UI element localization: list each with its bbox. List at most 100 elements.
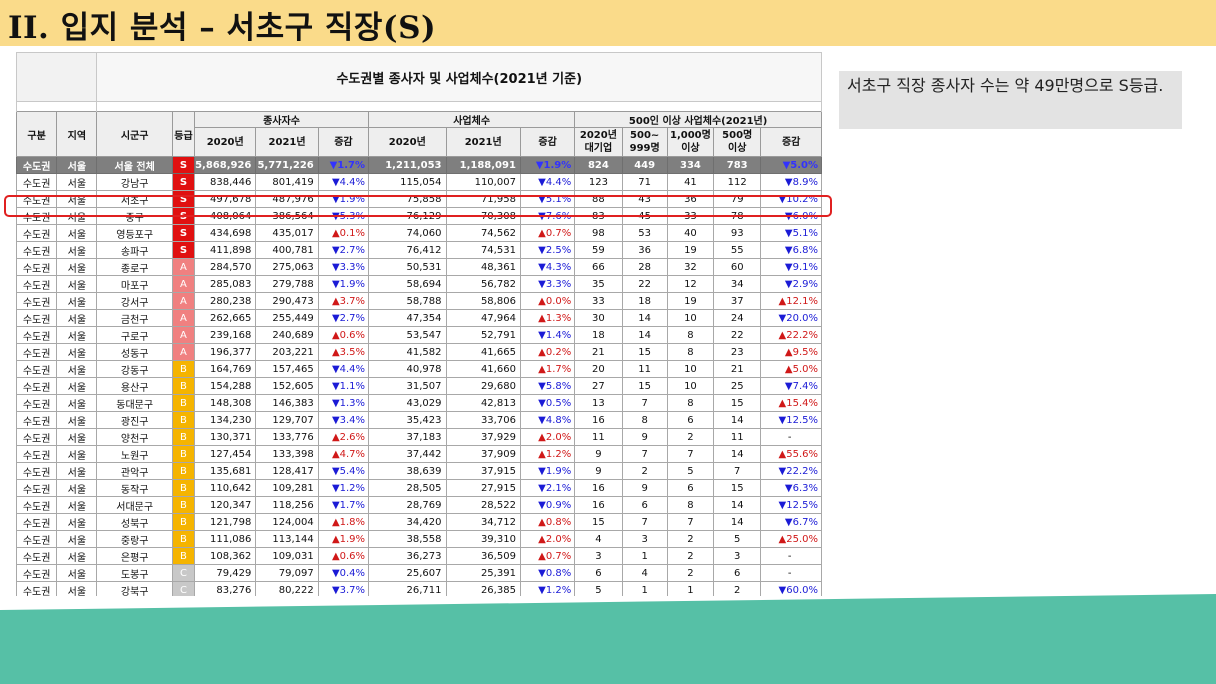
cell-workers-change: ▲2.6% <box>317 428 370 446</box>
cell-large-change: ▼22.2% <box>760 462 822 480</box>
cell-large-corp-2020: 13 <box>574 394 623 412</box>
cell-region: 서울 <box>56 513 98 531</box>
header-workers-2021: 2021년 <box>255 127 319 157</box>
cell-district: 서울 전체 <box>96 156 173 174</box>
cell-500-999: 28 <box>621 258 668 276</box>
table-row: 수도권 서울 동대문구 B 148,308 146,383 ▼1.3% 43,029 42,81… <box>16 394 822 412</box>
cell-businesses-2021: 41,660 <box>445 360 521 378</box>
cell-workers-2021: 801,419 <box>255 173 319 191</box>
cell-500-plus: 6 <box>713 564 762 582</box>
cell-gubun: 수도권 <box>16 496 58 514</box>
cell-workers-2021: 240,689 <box>255 326 319 344</box>
cell-large-corp-2020: 66 <box>574 258 623 276</box>
header-businesses-2021: 2021년 <box>445 127 521 157</box>
cell-large-change: ▲22.2% <box>760 326 822 344</box>
cell-workers-2020: 838,446 <box>194 173 257 191</box>
cell-region: 서울 <box>56 258 98 276</box>
cell-500-999: 15 <box>621 343 668 361</box>
cell-district: 서대문구 <box>96 496 173 514</box>
cell-businesses-2021: 41,665 <box>445 343 521 361</box>
cell-workers-change: ▼4.4% <box>317 173 370 191</box>
cell-workers-2021: 400,781 <box>255 241 319 259</box>
cell-businesses-2021: 48,361 <box>445 258 521 276</box>
cell-500-plus: 5 <box>713 530 762 548</box>
cell-businesses-2020: 40,978 <box>368 360 447 378</box>
cell-workers-2021: 146,383 <box>255 394 319 412</box>
cell-region: 서울 <box>56 496 98 514</box>
cell-500-plus: 25 <box>713 377 762 395</box>
header-businesses: 사업체수 <box>368 111 576 128</box>
cell-district: 용산구 <box>96 377 173 395</box>
cell-large-corp-2020: 83 <box>574 207 623 225</box>
cell-district: 노원구 <box>96 445 173 463</box>
cell-workers-2020: 108,362 <box>194 547 257 565</box>
cell-workers-2021: 124,004 <box>255 513 319 531</box>
cell-1000-plus: 6 <box>666 479 715 497</box>
cell-businesses-change: ▲0.8% <box>519 513 576 531</box>
cell-district: 도봉구 <box>96 564 173 582</box>
cell-workers-change: ▼1.3% <box>317 394 370 412</box>
table-row: 수도권 서울 영등포구 S 434,698 435,017 ▲0.1% 74,060 74,56… <box>16 224 822 242</box>
cell-1000-plus: 8 <box>666 343 715 361</box>
cell-large-corp-2020: 88 <box>574 190 623 208</box>
cell-gubun: 수도권 <box>16 207 58 225</box>
cell-businesses-2021: 36,509 <box>445 547 521 565</box>
cell-workers-2020: 239,168 <box>194 326 257 344</box>
cell-grade: B <box>171 479 196 497</box>
table-row: 수도권 서울 중구 S 408,064 386,564 ▼5.3% 76,129 70,308 ▼… <box>16 207 822 225</box>
cell-grade: B <box>171 411 196 429</box>
cell-workers-2021: 109,281 <box>255 479 319 497</box>
cell-gubun: 수도권 <box>16 241 58 259</box>
cell-businesses-2020: 28,769 <box>368 496 447 514</box>
cell-businesses-change: ▲0.7% <box>519 224 576 242</box>
cell-gubun: 수도권 <box>16 377 58 395</box>
cell-workers-2021: 118,256 <box>255 496 319 514</box>
cell-district: 구로구 <box>96 326 173 344</box>
cell-workers-2021: 203,221 <box>255 343 319 361</box>
cell-district: 강동구 <box>96 360 173 378</box>
cell-businesses-change: ▼1.9% <box>519 156 576 174</box>
cell-workers-2020: 284,570 <box>194 258 257 276</box>
cell-large-corp-2020: 16 <box>574 411 623 429</box>
header-district: 시군구 <box>96 111 173 157</box>
stats-table: 수도권별 종사자 및 사업체수(2021년 기준) 구분 지역 시군구 등급 종… <box>16 52 822 596</box>
cell-500-999: 7 <box>621 445 668 463</box>
cell-workers-change: ▼5.3% <box>317 207 370 225</box>
table-row: 수도권 서울 중랑구 B 111,086 113,144 ▲1.9% 38,558 39,310… <box>16 530 822 548</box>
cell-large-change: ▲15.4% <box>760 394 822 412</box>
cell-district: 중구 <box>96 207 173 225</box>
cell-grade: S <box>171 207 196 225</box>
cell-region: 서울 <box>56 275 98 293</box>
cell-businesses-change: ▲0.0% <box>519 292 576 310</box>
cell-gubun: 수도권 <box>16 309 58 327</box>
cell-500-999: 45 <box>621 207 668 225</box>
cell-businesses-change: ▼2.1% <box>519 479 576 497</box>
cell-grade: A <box>171 343 196 361</box>
cell-businesses-2020: 1,211,053 <box>368 156 447 174</box>
header-500-999: 500~ 999명 <box>621 127 668 157</box>
header-large-change: 증감 <box>760 127 822 157</box>
cell-businesses-change: ▼4.4% <box>519 173 576 191</box>
cell-1000-plus: 12 <box>666 275 715 293</box>
cell-workers-2021: 133,776 <box>255 428 319 446</box>
cell-large-change: ▼10.2% <box>760 190 822 208</box>
cell-500-999: 3 <box>621 530 668 548</box>
table-row: 수도권 서울 노원구 B 127,454 133,398 ▲4.7% 37,442 37,909… <box>16 445 822 463</box>
cell-1000-plus: 19 <box>666 292 715 310</box>
cell-grade: A <box>171 326 196 344</box>
cell-500-plus: 78 <box>713 207 762 225</box>
cell-workers-change: ▼1.1% <box>317 377 370 395</box>
cell-workers-change: ▼2.7% <box>317 241 370 259</box>
cell-district: 성북구 <box>96 513 173 531</box>
cell-gubun: 수도권 <box>16 530 58 548</box>
cell-large-corp-2020: 98 <box>574 224 623 242</box>
cell-region: 서울 <box>56 326 98 344</box>
cell-1000-plus: 40 <box>666 224 715 242</box>
cell-district: 금천구 <box>96 309 173 327</box>
cell-large-change: ▼7.4% <box>760 377 822 395</box>
cell-businesses-2021: 58,806 <box>445 292 521 310</box>
cell-businesses-2021: 52,791 <box>445 326 521 344</box>
cell-workers-2020: 148,308 <box>194 394 257 412</box>
cell-gubun: 수도권 <box>16 479 58 497</box>
cell-500-plus: 112 <box>713 173 762 191</box>
